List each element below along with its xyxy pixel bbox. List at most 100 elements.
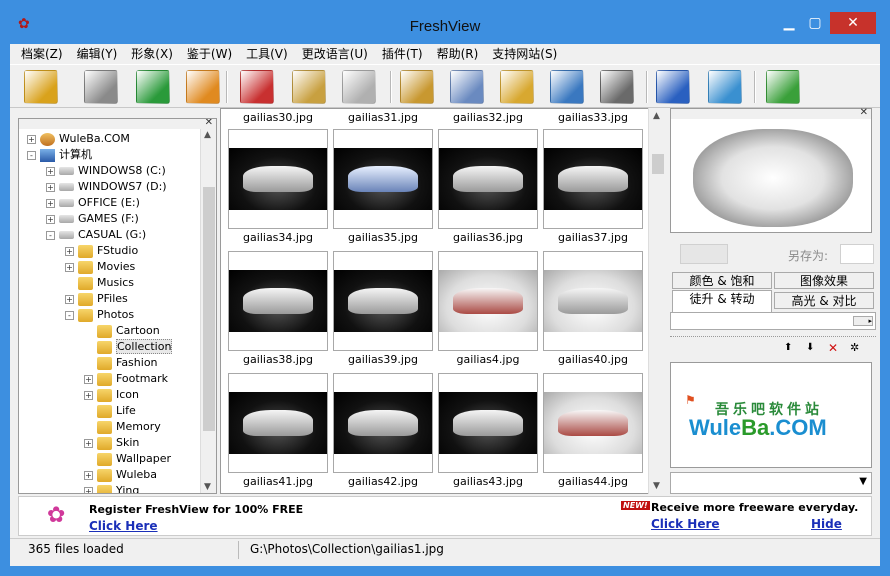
thumbnail-caption[interactable]: gailias43.jpg	[438, 475, 538, 488]
thumbnail[interactable]	[333, 373, 433, 473]
menu-item-8[interactable]: 支持网站(S)	[485, 44, 564, 64]
thumbnail[interactable]	[438, 373, 538, 473]
sparkle-icon[interactable]: ✲	[850, 341, 859, 354]
close-button[interactable]: ✕	[830, 12, 876, 34]
expand-icon[interactable]: +	[65, 294, 74, 304]
tree-item[interactable]: Musics	[65, 275, 134, 291]
tree-item[interactable]: + WuleBa.COM	[27, 131, 130, 147]
expand-icon[interactable]: +	[84, 390, 93, 400]
thumbnail-caption[interactable]: gailias39.jpg	[333, 353, 433, 366]
mini-slider[interactable]: ▸	[853, 316, 873, 326]
copy-icon[interactable]	[342, 70, 376, 104]
thumbnail-caption[interactable]: gailias35.jpg	[333, 231, 433, 244]
collapse-icon[interactable]: -	[46, 230, 55, 240]
freeware-link[interactable]: Click Here	[651, 517, 720, 531]
hide-link[interactable]: Hide	[811, 517, 842, 531]
expand-icon[interactable]: +	[84, 486, 93, 493]
close-panel-icon[interactable]: ✕	[205, 119, 213, 128]
tree-item[interactable]: + Footmark	[84, 371, 168, 387]
scroll-down-icon[interactable]: ▼	[204, 482, 211, 492]
expand-icon[interactable]: +	[65, 246, 74, 256]
thumbnail-caption[interactable]: gailias31.jpg	[333, 111, 433, 124]
thumbnail[interactable]	[228, 251, 328, 351]
expand-icon[interactable]: +	[46, 198, 55, 208]
folder-book-icon[interactable]	[24, 70, 58, 104]
image-grid-icon[interactable]	[450, 70, 484, 104]
thumbnail-scroll-thumb[interactable]	[652, 154, 664, 174]
tree-item[interactable]: + Movies	[65, 259, 135, 275]
tree-item[interactable]: + Skin	[84, 435, 139, 451]
thumbnail-scrollbar[interactable]: ▲ ▼	[648, 108, 666, 494]
menu-item-0[interactable]: 档案(Z)	[14, 44, 70, 64]
expand-icon[interactable]: +	[46, 166, 55, 176]
close-panel-icon[interactable]: ✕	[860, 107, 868, 118]
thumbnail-caption[interactable]: gailias33.jpg	[543, 111, 643, 124]
thumbnail[interactable]	[333, 251, 433, 351]
title-bar[interactable]: ✿ FreshView ▁ ▢ ✕	[0, 0, 890, 44]
scroll-down-icon[interactable]: ▼	[653, 481, 660, 491]
tree-item[interactable]: Fashion	[84, 355, 158, 371]
tree-item[interactable]: - 计算机	[27, 147, 92, 163]
image-folder-icon[interactable]	[500, 70, 534, 104]
expand-icon[interactable]: +	[27, 134, 36, 144]
collapse-icon[interactable]: -	[27, 150, 36, 160]
scroll-up-icon[interactable]: ▲	[204, 130, 211, 140]
tree-item[interactable]: Memory	[84, 419, 161, 435]
register-link[interactable]: Click Here	[89, 519, 158, 533]
refresh-icon[interactable]	[136, 70, 170, 104]
delete-icon[interactable]: ✕	[828, 341, 838, 355]
expand-icon[interactable]: +	[65, 262, 74, 272]
printer-icon[interactable]	[600, 70, 634, 104]
tab-rotate[interactable]: 徒升 & 转动	[672, 290, 772, 312]
thumbnail-caption[interactable]: gailias38.jpg	[228, 353, 328, 366]
tab-brightness-contrast[interactable]: 高光 & 对比	[774, 292, 874, 309]
thumbnail[interactable]	[438, 129, 538, 229]
gray-book-icon[interactable]	[84, 70, 118, 104]
menu-item-2[interactable]: 形象(X)	[124, 44, 180, 64]
expand-icon[interactable]: +	[84, 438, 93, 448]
thumbnail-caption[interactable]: gailias32.jpg	[438, 111, 538, 124]
tree-item[interactable]: Collection	[84, 339, 173, 355]
tree-item[interactable]: - CASUAL (G:)	[46, 227, 146, 243]
tree-item[interactable]: + FStudio	[65, 243, 138, 259]
expand-icon[interactable]: +	[46, 182, 55, 192]
tree-item[interactable]: + WINDOWS7 (D:)	[46, 179, 167, 195]
tree-item[interactable]: + GAMES (F:)	[46, 211, 139, 227]
thumbnail[interactable]	[333, 129, 433, 229]
menu-item-1[interactable]: 编辑(Y)	[70, 44, 125, 64]
collapse-icon[interactable]: -	[65, 310, 74, 320]
tree-item[interactable]: - Photos	[65, 307, 134, 323]
thumbnail-caption[interactable]: gailias40.jpg	[543, 353, 643, 366]
save-as-input[interactable]	[840, 244, 874, 264]
maximize-button[interactable]: ▢	[802, 12, 828, 36]
tree-item[interactable]: + WINDOWS8 (C:)	[46, 163, 166, 179]
tree-item[interactable]: + OFFICE (E:)	[46, 195, 140, 211]
thumbnail-caption[interactable]: gailias30.jpg	[228, 111, 328, 124]
tab-image-effects[interactable]: 图像效果	[774, 272, 874, 289]
plugin-gear-icon[interactable]	[766, 70, 800, 104]
folder-pin-icon[interactable]	[550, 70, 584, 104]
expand-icon[interactable]: +	[84, 470, 93, 480]
home-icon[interactable]	[186, 70, 220, 104]
expand-icon[interactable]: +	[46, 214, 55, 224]
tree-item[interactable]: + Icon	[84, 387, 139, 403]
thumbnail-caption[interactable]: gailias41.jpg	[228, 475, 328, 488]
tree-item[interactable]: + Wuleba	[84, 467, 157, 483]
menu-item-6[interactable]: 插件(T)	[375, 44, 430, 64]
thumbnail-caption[interactable]: gailias44.jpg	[543, 475, 643, 488]
tab-color-saturation[interactable]: 颜色 & 饱和	[672, 272, 772, 289]
clipboard-icon[interactable]	[292, 70, 326, 104]
thumbnail[interactable]	[543, 129, 643, 229]
menu-item-7[interactable]: 帮助(R)	[430, 44, 486, 64]
scroll-up-icon[interactable]: ▲	[653, 111, 660, 121]
move-down-icon[interactable]: ⬇	[806, 342, 814, 353]
scissors-icon[interactable]	[240, 70, 274, 104]
tree-item[interactable]: Life	[84, 403, 136, 419]
thumbnail[interactable]	[228, 129, 328, 229]
menu-item-4[interactable]: 工具(V)	[239, 44, 295, 64]
tree-scroll-thumb[interactable]	[203, 187, 215, 431]
plugin-dropdown[interactable]: ▼	[670, 472, 872, 494]
chart-image-icon[interactable]	[708, 70, 742, 104]
checklist-icon[interactable]	[656, 70, 690, 104]
expand-icon[interactable]: +	[84, 374, 93, 384]
